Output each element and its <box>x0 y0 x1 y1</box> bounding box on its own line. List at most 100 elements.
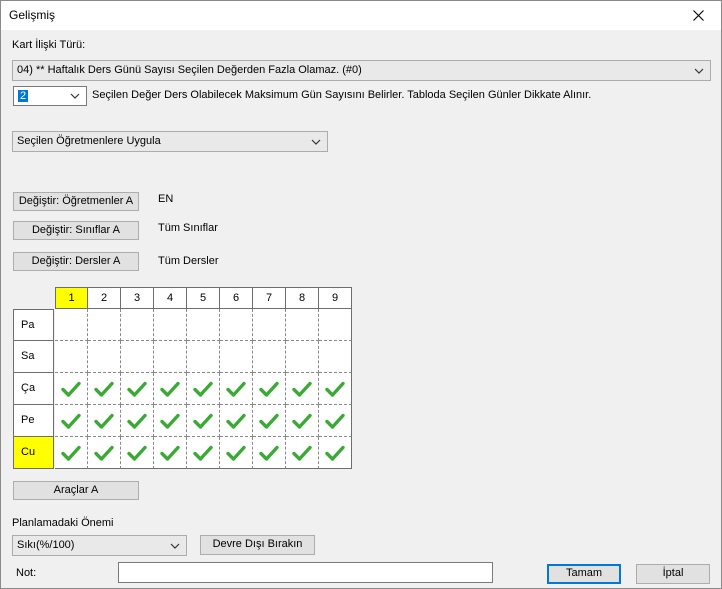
period-header[interactable]: 1 <box>55 287 88 309</box>
relation-type-select[interactable]: 04) ** Haftalık Ders Günü Sayısı Seçilen… <box>12 60 711 81</box>
checkmark-icon <box>61 413 81 429</box>
checkmark-icon <box>259 445 279 461</box>
grid-cell[interactable] <box>55 309 88 341</box>
period-header[interactable]: 5 <box>187 287 220 309</box>
tools-button[interactable]: Araçlar A <box>13 481 139 500</box>
cancel-button[interactable]: İptal <box>636 564 710 584</box>
checkmark-icon <box>193 445 213 461</box>
importance-select[interactable]: Sıkı(%/100) <box>12 535 187 556</box>
grid-cell[interactable] <box>253 405 286 437</box>
grid-cell[interactable] <box>55 373 88 405</box>
checkmark-icon <box>226 381 246 397</box>
grid-cell[interactable] <box>187 405 220 437</box>
grid-cell[interactable] <box>220 309 253 341</box>
teachers-value: EN <box>158 193 174 205</box>
grid-cell[interactable] <box>220 405 253 437</box>
checkmark-icon <box>259 413 279 429</box>
checkmark-icon <box>94 381 114 397</box>
grid-cell[interactable] <box>55 437 88 469</box>
day-period-grid: 1 2 3 4 5 6 7 8 9 Pa Sa Ça Pe Cu <box>13 287 353 469</box>
apply-target-select[interactable]: Seçilen Öğretmenlere Uygula <box>12 131 328 152</box>
checkmark-icon <box>61 381 81 397</box>
disable-button[interactable]: Devre Dışı Bırakın <box>200 535 315 555</box>
grid-cell[interactable] <box>286 373 319 405</box>
day-header[interactable]: Sa <box>13 341 54 373</box>
grid-cell[interactable] <box>121 437 154 469</box>
grid-cell[interactable] <box>187 341 220 373</box>
checkmark-icon <box>160 381 180 397</box>
grid-cell[interactable] <box>187 437 220 469</box>
relation-type-label: Kart İlişki Türü: <box>12 39 86 51</box>
grid-cell[interactable] <box>220 341 253 373</box>
grid-cell[interactable] <box>319 405 352 437</box>
checkmark-icon <box>127 445 147 461</box>
grid-cell[interactable] <box>286 341 319 373</box>
grid-cell[interactable] <box>88 405 121 437</box>
subjects-value: Tüm Dersler <box>158 255 219 267</box>
grid-cell[interactable] <box>121 373 154 405</box>
grid-cell[interactable] <box>253 309 286 341</box>
grid-cell[interactable] <box>253 437 286 469</box>
grid-cell[interactable] <box>121 309 154 341</box>
grid-cell[interactable] <box>154 341 187 373</box>
ok-button[interactable]: Tamam <box>547 564 621 584</box>
grid-cell[interactable] <box>88 341 121 373</box>
checkmark-icon <box>292 445 312 461</box>
grid-cell[interactable] <box>253 373 286 405</box>
grid-cell[interactable] <box>286 309 319 341</box>
checkmark-icon <box>325 381 345 397</box>
grid-cell[interactable] <box>121 405 154 437</box>
period-header[interactable]: 4 <box>154 287 187 309</box>
grid-cell[interactable] <box>220 373 253 405</box>
period-header[interactable]: 2 <box>88 287 121 309</box>
grid-cell[interactable] <box>319 309 352 341</box>
grid-cell[interactable] <box>154 373 187 405</box>
period-header[interactable]: 3 <box>121 287 154 309</box>
checkmark-icon <box>292 381 312 397</box>
day-header[interactable]: Ça <box>13 373 54 405</box>
max-days-description: Seçilen Değer Ders Olabilecek Maksimum G… <box>92 89 592 101</box>
relation-type-value: 04) ** Haftalık Ders Günü Sayısı Seçilen… <box>17 64 362 76</box>
max-days-select[interactable]: 2 <box>13 86 87 106</box>
close-icon <box>692 10 704 21</box>
grid-cell[interactable] <box>55 405 88 437</box>
period-header[interactable]: 6 <box>220 287 253 309</box>
grid-cell[interactable] <box>154 309 187 341</box>
close-button[interactable] <box>675 1 721 30</box>
grid-cell[interactable] <box>187 309 220 341</box>
grid-cell[interactable] <box>319 373 352 405</box>
day-header[interactable]: Pe <box>13 405 54 437</box>
note-input[interactable] <box>118 562 493 583</box>
checkmark-icon <box>193 381 213 397</box>
grid-cell[interactable] <box>121 341 154 373</box>
period-header[interactable]: 7 <box>253 287 286 309</box>
change-teachers-button[interactable]: Değiştir: Öğretmenler A <box>13 192 139 211</box>
grid-cell[interactable] <box>220 437 253 469</box>
classes-value: Tüm Sınıflar <box>158 222 218 234</box>
note-label: Not: <box>16 567 37 579</box>
checkmark-icon <box>226 445 246 461</box>
grid-cell[interactable] <box>154 405 187 437</box>
change-classes-button[interactable]: Değiştir: Sınıflar A <box>13 221 139 240</box>
checkmark-icon <box>259 381 279 397</box>
checkmark-icon <box>325 413 345 429</box>
grid-cell[interactable] <box>88 373 121 405</box>
day-header[interactable]: Cu <box>13 437 54 469</box>
grid-cell[interactable] <box>319 341 352 373</box>
change-subjects-button[interactable]: Değiştir: Dersler A <box>13 252 139 271</box>
checkmark-icon <box>94 413 114 429</box>
period-header[interactable]: 8 <box>286 287 319 309</box>
grid-cell[interactable] <box>187 373 220 405</box>
grid-cell[interactable] <box>88 309 121 341</box>
day-header[interactable]: Pa <box>13 309 54 341</box>
grid-cell[interactable] <box>154 437 187 469</box>
window-title: Gelişmiş <box>9 8 56 22</box>
grid-cell[interactable] <box>286 405 319 437</box>
grid-cell[interactable] <box>319 437 352 469</box>
grid-cell[interactable] <box>253 341 286 373</box>
dialog-window: Gelişmiş Kart İlişki Türü: 04) ** Haftal… <box>0 0 722 589</box>
period-header[interactable]: 9 <box>319 287 352 309</box>
grid-cell[interactable] <box>88 437 121 469</box>
grid-cell[interactable] <box>55 341 88 373</box>
grid-cell[interactable] <box>286 437 319 469</box>
